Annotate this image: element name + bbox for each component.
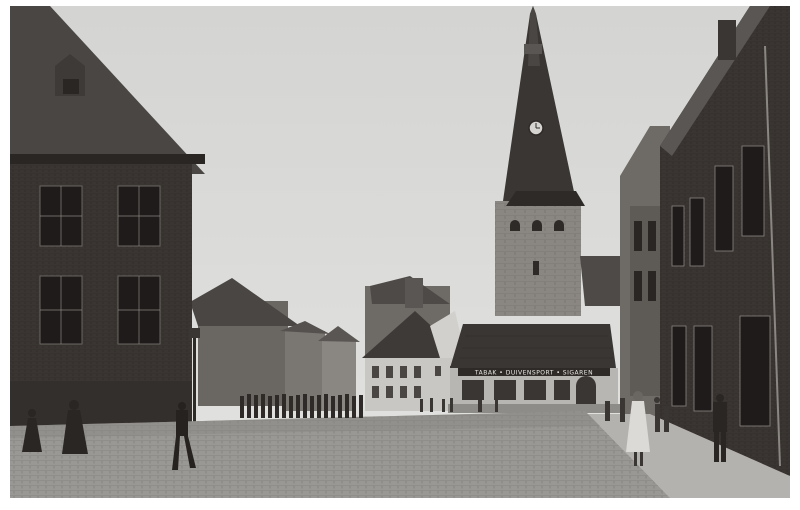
town-square-scene: TABAK • DUIVENSPORT • SIGAREN [10,6,790,498]
historic-town-square-photo: TABAK • DUIVENSPORT • SIGAREN [10,6,790,498]
shop-sign-text: TABAK • DUIVENSPORT • SIGAREN [474,370,593,377]
corner-shop: TABAK • DUIVENSPORT • SIGAREN [448,324,620,413]
